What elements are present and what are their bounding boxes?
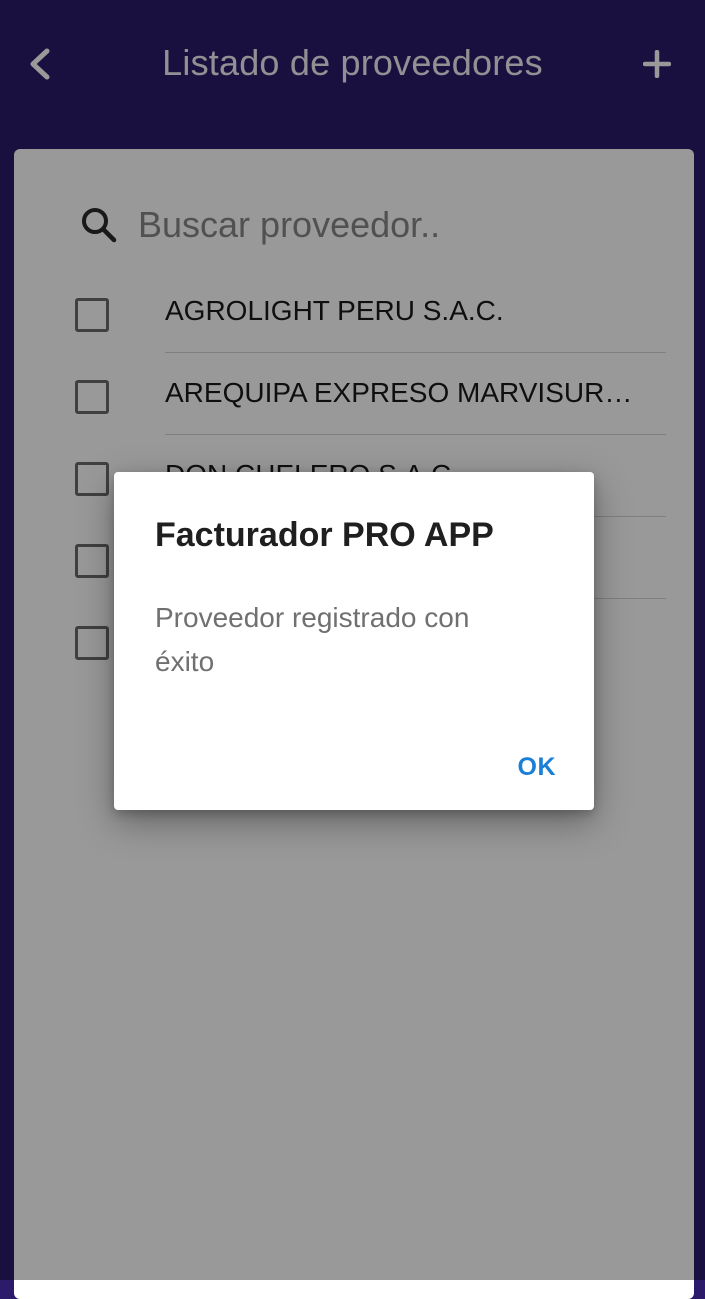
dialog-title: Facturador PRO APP: [155, 516, 494, 554]
ok-button[interactable]: OK: [518, 753, 557, 782]
alert-dialog: Facturador PRO APP Proveedor registrado …: [114, 472, 594, 810]
dialog-message: Proveedor registrado con éxito: [155, 602, 470, 677]
